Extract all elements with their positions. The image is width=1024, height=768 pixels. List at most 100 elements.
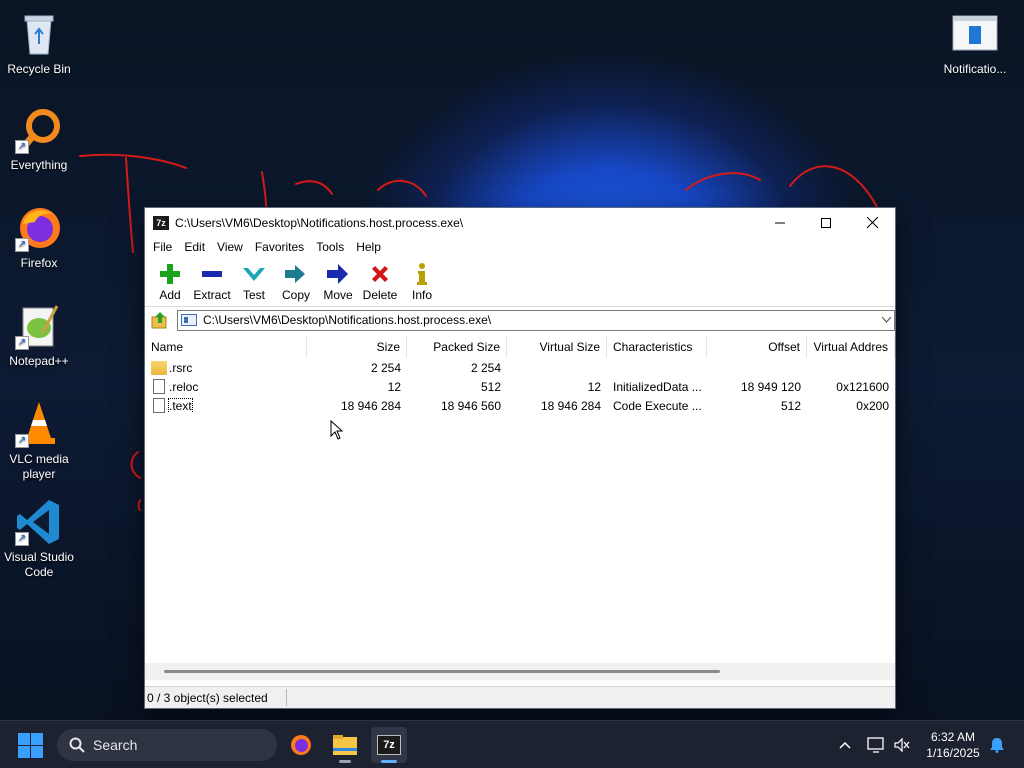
menu-tools[interactable]: Tools	[310, 240, 350, 254]
recycle-bin-icon	[15, 10, 63, 58]
table-row[interactable]: .reloc 12 512 12 InitializedData ... 18 …	[145, 377, 895, 396]
bell-icon	[990, 738, 1004, 753]
row-packed-size: 512	[480, 379, 501, 394]
column-virtual-size[interactable]: Virtual Size	[507, 336, 607, 358]
firefox-icon	[291, 735, 311, 755]
notepadpp-icon: ↗	[15, 302, 63, 350]
desktop-icon-label: Everything	[10, 158, 68, 172]
system-clock[interactable]: 6:32 AM 1/16/2025	[920, 729, 986, 761]
row-size: 18 946 284	[340, 398, 401, 413]
desktop-icon-vlc[interactable]: ↗ VLC media player	[0, 400, 78, 482]
minus-icon	[202, 271, 222, 277]
address-path: C:\Users\VM6\Desktop\Notifications.host.…	[203, 313, 492, 327]
row-characteristics: Code Execute ...	[613, 398, 702, 413]
test-label: Test	[242, 288, 265, 302]
menu-file[interactable]: File	[147, 240, 178, 254]
row-virtual-address: 0x121600	[836, 379, 889, 394]
column-name[interactable]: Name	[145, 336, 307, 358]
7zip-app-icon: 7z	[153, 215, 169, 230]
address-bar[interactable]: C:\Users\VM6\Desktop\Notifications.host.…	[177, 309, 895, 331]
row-virtual-address: 0x200	[856, 398, 889, 413]
info-button[interactable]: Info	[401, 263, 443, 302]
plus-icon	[160, 264, 180, 284]
menu-favorites[interactable]: Favorites	[249, 240, 310, 254]
selection-status: 0 / 3 object(s) selected	[147, 691, 268, 705]
show-hidden-icons-button[interactable]	[832, 721, 858, 768]
taskbar-search-box[interactable]: Search	[57, 729, 277, 761]
add-label: Add	[159, 288, 181, 302]
row-offset: 18 949 120	[740, 379, 801, 394]
everything-magnifier-icon: ↗	[15, 106, 63, 154]
shortcut-arrow-icon: ↗	[15, 140, 29, 154]
taskbar-firefox-button[interactable]	[283, 727, 319, 763]
minimize-button[interactable]	[757, 208, 803, 237]
desktop-icon-notifications-exe[interactable]: Notificatio...	[936, 10, 1014, 77]
desktop-icon-recycle-bin[interactable]: Recycle Bin	[0, 10, 78, 77]
info-label: Info	[411, 288, 432, 302]
firefox-icon: ↗	[15, 204, 63, 252]
extract-button[interactable]: Extract	[191, 263, 233, 302]
row-packed-size: 2 254	[470, 360, 501, 375]
column-packed-size[interactable]: Packed Size	[407, 336, 507, 358]
move-button[interactable]: Move	[317, 263, 359, 302]
status-divider	[286, 689, 287, 706]
folder-up-icon	[151, 312, 167, 329]
close-icon	[866, 217, 878, 228]
volume-button[interactable]	[890, 721, 914, 768]
maximize-button[interactable]	[803, 208, 849, 237]
list-header: Name Size Packed Size Virtual Size Chara…	[145, 336, 895, 358]
chevron-down-icon[interactable]	[878, 317, 894, 323]
row-name: .reloc	[169, 379, 199, 394]
title-bar[interactable]: 7z C:\Users\VM6\Desktop\Notifications.ho…	[145, 208, 895, 237]
move-label: Move	[323, 288, 353, 302]
horizontal-scrollbar[interactable]	[145, 663, 895, 680]
clock-date: 1/16/2025	[926, 746, 980, 760]
row-virtual-size: 12	[587, 379, 601, 394]
menu-view[interactable]: View	[211, 240, 249, 254]
row-name: .text	[168, 398, 193, 413]
column-virtual-address[interactable]: Virtual Addres	[807, 336, 895, 358]
column-characteristics[interactable]: Characteristics	[607, 336, 707, 358]
taskbar: Search 7z 6:32 AM 1/16/2025	[0, 720, 1024, 768]
desktop-icon-firefox[interactable]: ↗ Firefox	[0, 204, 78, 271]
taskbar-file-explorer-button[interactable]	[327, 727, 363, 763]
test-button[interactable]: Test	[233, 263, 275, 302]
desktop-icon-notepadpp[interactable]: ↗ Notepad++	[0, 302, 78, 369]
notifications-button[interactable]	[986, 721, 1008, 768]
desktop-icon-everything[interactable]: ↗ Everything	[0, 106, 78, 173]
column-size[interactable]: Size	[307, 336, 407, 358]
file-explorer-icon	[333, 735, 357, 755]
table-row[interactable]: .rsrc 2 254 2 254	[145, 358, 895, 377]
taskbar-7zip-button[interactable]: 7z	[371, 727, 407, 763]
row-offset: 512	[780, 398, 801, 413]
checkmark-icon	[243, 268, 265, 281]
menu-help[interactable]: Help	[350, 240, 387, 254]
application-window-icon	[951, 10, 999, 58]
maximize-icon	[821, 217, 831, 228]
toolbar: Add Extract Test Copy Move Delete Info	[145, 257, 895, 307]
delete-button[interactable]: Delete	[359, 263, 401, 302]
delete-label: Delete	[362, 288, 398, 302]
scrollbar-thumb[interactable]	[164, 670, 720, 673]
network-status-button[interactable]	[864, 721, 888, 768]
row-characteristics: InitializedData ...	[613, 379, 702, 394]
extract-label: Extract	[193, 288, 231, 302]
shortcut-arrow-icon: ↗	[15, 532, 29, 546]
copy-button[interactable]: Copy	[275, 263, 317, 302]
start-button[interactable]	[18, 733, 44, 759]
file-list[interactable]: Name Size Packed Size Virtual Size Chara…	[145, 336, 895, 680]
desktop-icon-vscode[interactable]: ↗ Visual Studio Code	[0, 498, 78, 580]
column-offset[interactable]: Offset	[707, 336, 807, 358]
folder-up-button[interactable]	[149, 309, 171, 331]
windows-logo-icon	[18, 733, 30, 745]
row-packed-size: 18 946 560	[440, 398, 501, 413]
file-icon	[153, 379, 165, 394]
status-bar: 0 / 3 object(s) selected	[145, 686, 895, 708]
row-size: 2 254	[370, 360, 401, 375]
close-button[interactable]	[849, 208, 895, 237]
shortcut-arrow-icon: ↗	[15, 434, 29, 448]
menu-edit[interactable]: Edit	[178, 240, 211, 254]
add-button[interactable]: Add	[149, 263, 191, 302]
path-icon	[181, 314, 197, 326]
table-row[interactable]: .text 18 946 284 18 946 560 18 946 284 C…	[145, 396, 895, 415]
